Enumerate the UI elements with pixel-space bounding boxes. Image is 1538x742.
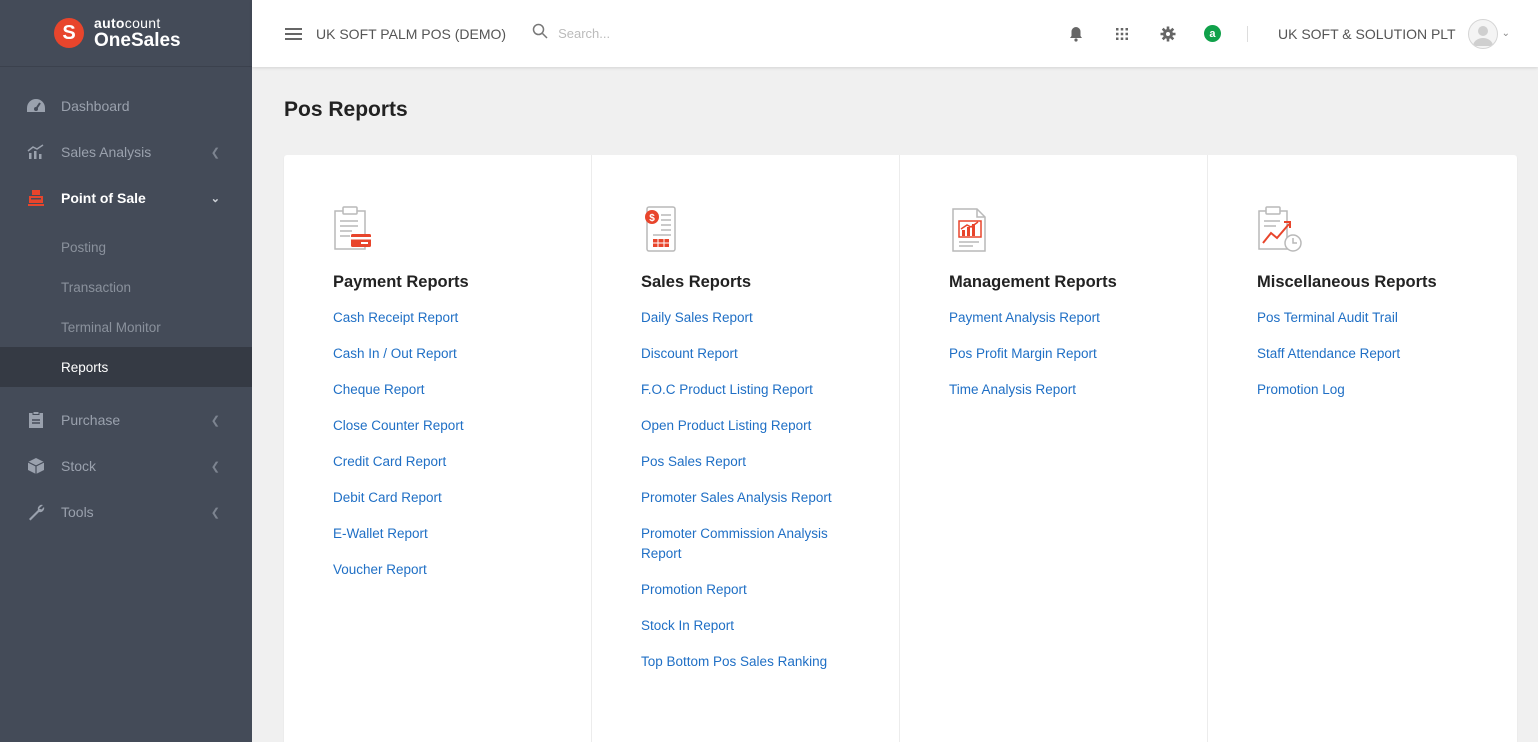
sidebar-nav-lower: Purchase ❮ Stock ❮ Tools ❮: [0, 397, 252, 535]
topbar-actions: a UK SOFT & SOLUTION PLT ⌄: [1040, 0, 1510, 67]
report-link[interactable]: Promotion Report: [641, 580, 841, 600]
report-link[interactable]: Close Counter Report: [333, 416, 533, 436]
sidebar: S autocount OneSales Dashboard Sales Ana…: [0, 0, 252, 742]
report-link[interactable]: Cash Receipt Report: [333, 308, 533, 328]
topbar: UK SOFT PALM POS (DEMO) a UK SOFT & SOLU…: [252, 0, 1538, 67]
sidebar-item-dashboard[interactable]: Dashboard: [0, 83, 252, 129]
report-link[interactable]: E-Wallet Report: [333, 524, 533, 544]
sidebar-item-point-of-sale[interactable]: Point of Sale ⌄: [0, 175, 252, 221]
sidebar-item-sales-analysis[interactable]: Sales Analysis ❮: [0, 129, 252, 175]
apps-grid-icon[interactable]: [1112, 24, 1132, 44]
brand-top-bold: auto: [94, 15, 125, 31]
report-link-list: Daily Sales Report Discount Report F.O.C…: [641, 308, 899, 672]
chevron-left-icon: ❮: [210, 460, 220, 473]
submenu-item-transaction[interactable]: Transaction: [0, 267, 252, 307]
avatar[interactable]: [1467, 18, 1498, 49]
sidebar-nav: Dashboard Sales Analysis ❮ Point of Sale…: [0, 83, 252, 221]
misc-report-icon: [1257, 205, 1302, 255]
submenu-item-terminal-monitor[interactable]: Terminal Monitor: [0, 307, 252, 347]
column-title: Sales Reports: [641, 273, 752, 291]
chevron-down-icon: ⌄: [210, 192, 220, 205]
submenu-item-reports[interactable]: Reports: [0, 347, 252, 387]
report-column-misc: Miscellaneous Reports Pos Terminal Audit…: [1208, 155, 1516, 742]
brand-top-light: count: [124, 15, 161, 31]
brand-logo-icon: S: [54, 18, 84, 48]
chart-icon: [26, 142, 46, 162]
chevron-down-icon[interactable]: ⌄: [1502, 28, 1510, 39]
dashboard-icon: [26, 96, 46, 116]
sidebar-item-stock[interactable]: Stock ❮: [0, 443, 252, 489]
gear-icon[interactable]: [1158, 24, 1178, 44]
chevron-left-icon: ❮: [210, 414, 220, 427]
report-column-management: Management Reports Payment Analysis Repo…: [900, 155, 1208, 742]
box-icon: [26, 456, 46, 476]
report-column-payment: Payment Reports Cash Receipt Report Cash…: [284, 155, 592, 742]
report-link[interactable]: F.O.C Product Listing Report: [641, 380, 841, 400]
reports-card: Payment Reports Cash Receipt Report Cash…: [284, 155, 1517, 742]
status-indicator[interactable]: a: [1203, 25, 1221, 42]
search-icon[interactable]: [532, 23, 548, 44]
sidebar-item-label: Point of Sale: [61, 190, 146, 206]
brand-top: autocount: [94, 16, 181, 30]
menu-toggle-icon[interactable]: [285, 27, 302, 40]
report-link[interactable]: Staff Attendance Report: [1257, 344, 1457, 364]
management-report-icon: [949, 205, 989, 255]
sidebar-item-label: Tools: [61, 504, 94, 520]
report-link[interactable]: Pos Profit Margin Report: [949, 344, 1149, 364]
divider: [1246, 25, 1248, 42]
report-link[interactable]: Payment Analysis Report: [949, 308, 1149, 328]
report-link[interactable]: Debit Card Report: [333, 488, 533, 508]
report-link[interactable]: Daily Sales Report: [641, 308, 841, 328]
bell-icon[interactable]: [1066, 24, 1086, 44]
report-link[interactable]: Discount Report: [641, 344, 841, 364]
user-name[interactable]: UK SOFT & SOLUTION PLT: [1278, 26, 1456, 42]
report-link[interactable]: Promoter Commission Analysis Report: [641, 524, 841, 564]
report-link-list: Payment Analysis Report Pos Profit Margi…: [949, 308, 1207, 400]
report-link[interactable]: Time Analysis Report: [949, 380, 1149, 400]
sidebar-item-purchase[interactable]: Purchase ❮: [0, 397, 252, 443]
report-link[interactable]: Credit Card Report: [333, 452, 533, 472]
company-name[interactable]: UK SOFT PALM POS (DEMO): [316, 26, 506, 42]
brand-text: autocount OneSales: [94, 16, 181, 50]
wrench-icon: [26, 502, 46, 522]
report-link[interactable]: Promoter Sales Analysis Report: [641, 488, 841, 508]
chevron-left-icon: ❮: [210, 506, 220, 519]
brand-name: OneSales: [94, 30, 181, 51]
sales-report-icon: $: [641, 205, 681, 255]
submenu-item-posting[interactable]: Posting: [0, 227, 252, 267]
sidebar-item-label: Stock: [61, 458, 97, 474]
report-link[interactable]: Promotion Log: [1257, 380, 1457, 400]
report-link[interactable]: Cheque Report: [333, 380, 533, 400]
svg-text:$: $: [649, 213, 655, 224]
report-link[interactable]: Open Product Listing Report: [641, 416, 841, 436]
report-link[interactable]: Top Bottom Pos Sales Ranking: [641, 652, 841, 672]
payment-report-icon: [333, 205, 373, 255]
clipboard-icon: [26, 410, 46, 430]
report-link[interactable]: Cash In / Out Report: [333, 344, 533, 364]
page-title: Pos Reports: [284, 98, 408, 121]
column-title: Miscellaneous Reports: [1257, 273, 1437, 291]
brand[interactable]: S autocount OneSales: [0, 0, 252, 67]
pos-submenu: Posting Transaction Terminal Monitor Rep…: [0, 227, 252, 387]
report-link[interactable]: Stock In Report: [641, 616, 841, 636]
sidebar-item-label: Purchase: [61, 412, 121, 428]
chevron-left-icon: ❮: [210, 146, 220, 159]
report-link[interactable]: Pos Sales Report: [641, 452, 841, 472]
report-link[interactable]: Voucher Report: [333, 560, 533, 580]
column-title: Payment Reports: [333, 273, 469, 291]
report-link-list: Cash Receipt Report Cash In / Out Report…: [333, 308, 591, 580]
column-title: Management Reports: [949, 273, 1117, 291]
sidebar-item-label: Sales Analysis: [61, 144, 152, 160]
report-link-list: Pos Terminal Audit Trail Staff Attendanc…: [1257, 308, 1516, 400]
sidebar-item-tools[interactable]: Tools ❮: [0, 489, 252, 535]
report-link[interactable]: Pos Terminal Audit Trail: [1257, 308, 1457, 328]
search-input[interactable]: [558, 26, 719, 41]
report-column-sales: $ Sales Reports Daily Sales Report Disco…: [592, 155, 900, 742]
register-icon: [26, 188, 46, 208]
sidebar-item-label: Dashboard: [61, 98, 130, 114]
